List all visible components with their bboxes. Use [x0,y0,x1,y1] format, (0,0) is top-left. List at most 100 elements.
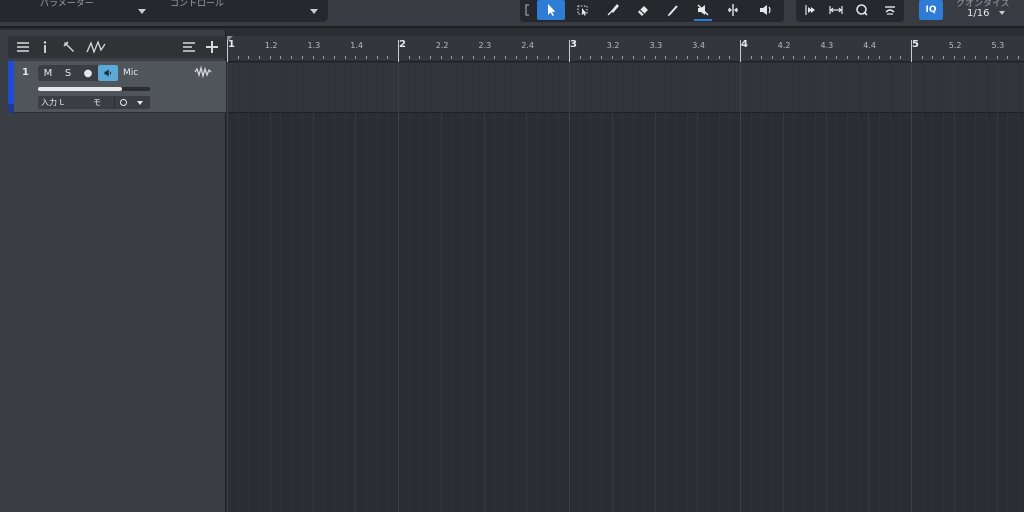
control-label: コントロール [170,0,225,9]
grid-line [718,63,720,512]
ruler-tick [344,56,346,59]
ruler-tick [536,56,538,59]
input-dropdown-arrow-icon[interactable] [137,101,143,105]
info-icon[interactable] [36,39,54,55]
edit-tools-group [520,0,784,22]
monitor-button[interactable] [98,65,118,81]
grid-line [569,63,570,512]
parameter-dropdown-arrow-icon[interactable] [138,9,146,14]
iq-button[interactable]: IQ [919,0,943,20]
track-options-icon[interactable] [180,39,198,55]
mute-button[interactable]: M [38,65,58,81]
toolbar-left-section: パラメーター コントロール [0,0,328,22]
add-track-icon[interactable] [203,39,221,55]
quantize-value[interactable]: 1/16 [967,8,989,19]
grid-line [312,63,314,512]
autoscroll-icon[interactable] [876,0,904,20]
grid-line [750,63,752,512]
ruler-tick [227,40,228,62]
grid-line [675,63,677,512]
ruler-tick [996,56,998,59]
ruler-beat-label: 4.3 [820,41,834,50]
solo-button[interactable]: S [58,65,78,81]
ruler-tick [697,56,699,59]
ruler-tick [430,56,432,59]
quantize-icon[interactable] [848,0,876,20]
ruler-beat-label: 5.3 [991,41,1005,50]
ruler-beat-label: 2.2 [435,41,449,50]
grid-line [451,63,453,512]
grid-line [985,63,987,512]
ruler-tick [472,56,474,59]
ruler-bar-label: 2 [399,39,406,50]
grid-line [472,63,474,512]
eraser-tool-button[interactable] [629,0,657,20]
timestretch-icon[interactable] [822,0,850,20]
ruler-tick [900,56,902,59]
timeline-ruler[interactable]: 1 1.2 1.3 1.4 2 2.2 2.3 2.4 3 3.2 3.3 3.4 4 4.2 4.3 4.4… [227,36,1024,62]
tool-group-bracket-icon [520,0,534,20]
grid-line [654,63,656,512]
ruler-tick [729,56,731,59]
grid-line [665,63,667,512]
ruler-tick [611,56,613,59]
grid-line [333,63,335,512]
ruler-tick [280,56,282,59]
grid-line [494,63,496,512]
ruler-tick [654,56,656,59]
ruler-tick [889,56,891,59]
ruler-beat-label: 4.2 [777,41,791,50]
arrange-view[interactable]: 1 1.2 1.3 1.4 2 2.2 2.3 2.4 3 3.2 3.3 3.4 4 4.2 4.3 4.4… [227,30,1024,512]
grid-line [237,63,239,512]
grid-line [269,63,271,512]
input-selector[interactable]: 入力 L モ [38,96,150,109]
ruler-bar-label: 3 [570,39,577,50]
grid-line [772,63,774,512]
arrow-tool-button[interactable] [537,0,565,20]
list-menu-icon[interactable] [14,39,32,55]
grid-line [280,63,282,512]
ruler-tick [408,56,410,59]
grid-line [964,63,966,512]
ruler-tick [323,56,325,59]
ruler-beat-label: 5.2 [948,41,962,50]
grid-line [483,63,485,512]
track-name[interactable]: Mic [123,68,138,78]
grid-line [259,63,261,512]
ruler-tick [750,56,752,59]
ruler-tick [836,56,838,59]
snap-to-grid-icon[interactable] [796,0,824,20]
quantize-dropdown-arrow-icon[interactable] [999,11,1005,15]
grid-line [387,63,389,512]
ruler-beat-label: 2.4 [521,41,534,50]
ruler-tick [825,56,827,59]
ruler-tick [494,56,496,59]
ruler-tick [483,56,485,59]
grid-line [889,63,891,512]
grid-line [579,63,581,512]
ruler-tick [932,56,934,59]
ruler-tick [782,56,784,59]
grid-line [430,63,432,512]
listen-tool-button[interactable] [752,0,780,20]
track-row[interactable]: 1 M S ● Mic 入力 L モ [8,61,226,113]
track-lane[interactable] [227,63,1024,113]
grid-line [793,63,795,512]
wrench-icon[interactable] [60,39,78,55]
ruler-tick [953,56,955,59]
ruler-tick [857,56,859,59]
mute-tool-button[interactable] [689,0,717,21]
split-tool-button[interactable] [599,0,627,20]
grid-line [526,63,528,512]
paint-tool-button[interactable] [659,0,687,20]
automation-icon[interactable] [84,39,108,55]
record-button[interactable]: ● [78,65,98,81]
range-tool-button[interactable] [569,0,597,20]
bend-tool-button[interactable] [719,0,747,20]
input-label: 入力 L [41,98,64,107]
ruler-tick [365,56,367,59]
volume-fader[interactable] [38,87,150,91]
ruler-tick [804,56,806,59]
control-dropdown-arrow-icon[interactable] [310,9,318,14]
ruler-tick [772,56,774,59]
